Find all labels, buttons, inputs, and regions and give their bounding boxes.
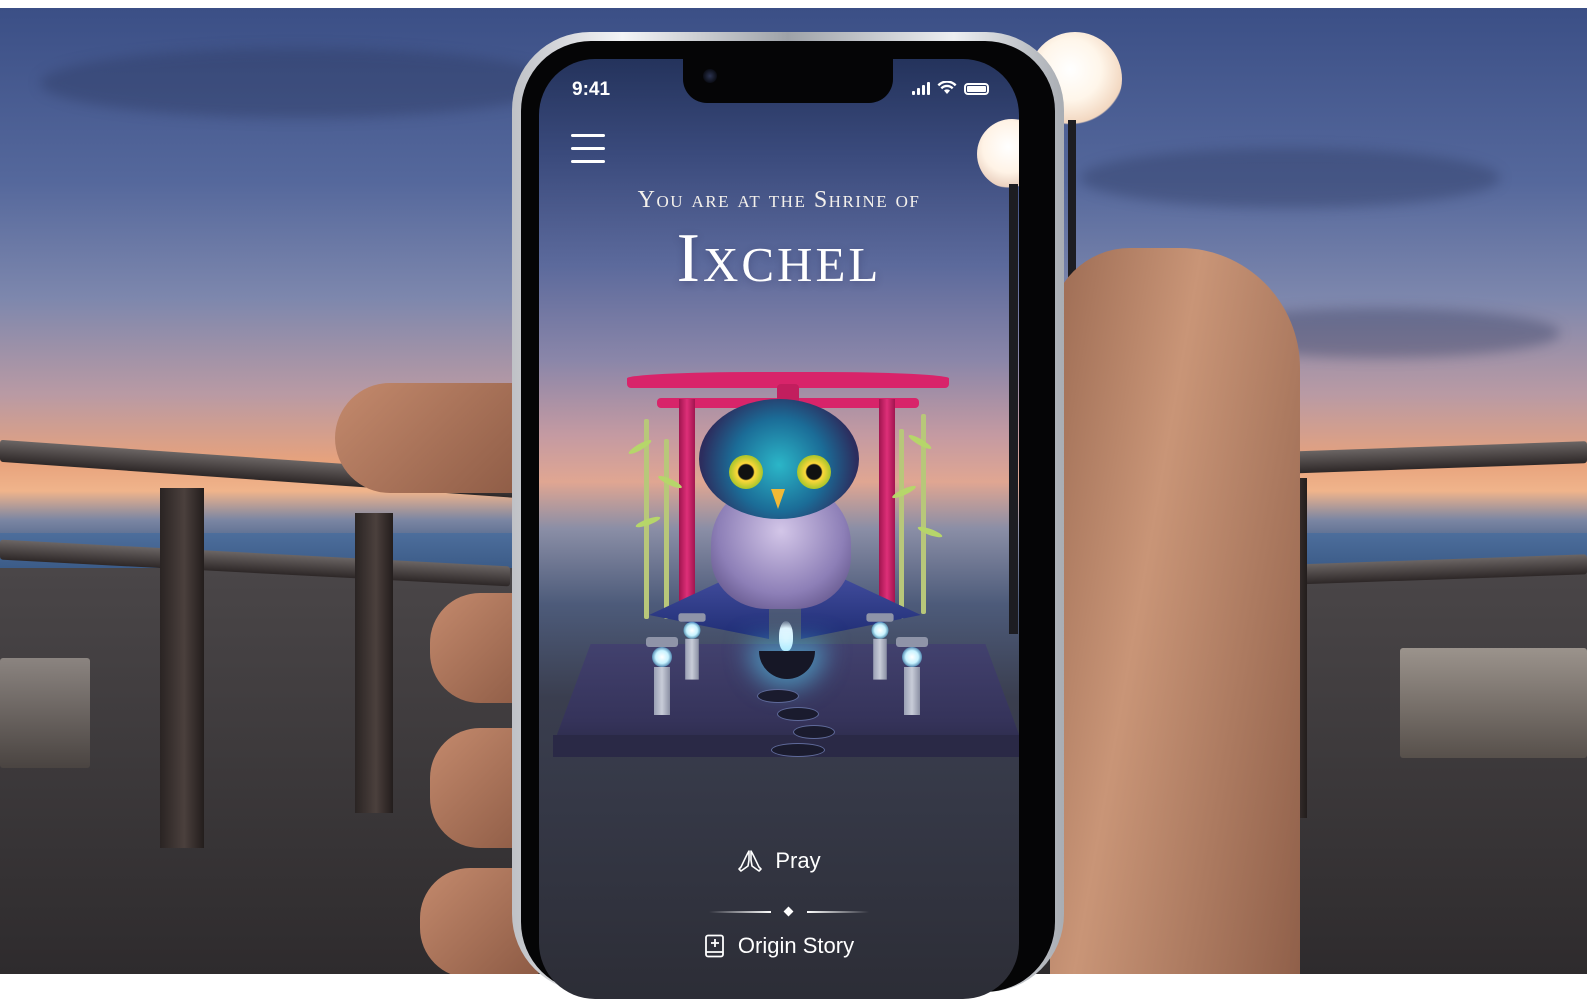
right-thumb — [1050, 248, 1300, 974]
bamboo — [664, 439, 669, 619]
status-icons — [912, 81, 989, 95]
candle-flame — [779, 621, 793, 651]
stepping-stone — [757, 689, 799, 703]
shrine-subtitle: You are at the Shrine of — [637, 187, 921, 213]
cloud — [40, 48, 560, 118]
stone-lantern — [896, 637, 928, 721]
left-thumb — [335, 383, 535, 493]
stone-lantern — [678, 613, 706, 684]
stone-lantern — [646, 637, 678, 721]
bamboo-leaf — [907, 432, 933, 452]
wifi-icon — [937, 81, 957, 94]
shrine-title: Ixchel — [676, 220, 882, 297]
book-icon — [705, 934, 724, 958]
torii-post-right — [879, 399, 895, 609]
hamburger-menu-icon[interactable] — [571, 134, 605, 166]
app-screen: 9:41 You are at the Shrine of Ixchel Pra… — [539, 59, 1019, 999]
pier-post — [160, 488, 204, 848]
owl-eye-right — [797, 455, 831, 489]
origin-story-button[interactable]: Origin Story — [539, 933, 1019, 959]
stepping-stone — [771, 743, 825, 757]
phone-frame: 9:41 You are at the Shrine of Ixchel Pra… — [512, 32, 1064, 999]
bamboo — [899, 429, 904, 619]
pray-label: Pray — [775, 848, 821, 873]
owl-eye-left — [729, 455, 763, 489]
camera-icon — [703, 69, 717, 83]
stepping-stone — [793, 725, 835, 739]
cloud — [1080, 148, 1500, 208]
cellular-signal-icon — [912, 82, 930, 95]
status-time: 9:41 — [572, 79, 611, 100]
bench-left — [0, 658, 90, 768]
origin-story-label: Origin Story — [737, 933, 855, 958]
pier-post — [355, 513, 393, 813]
bench-right — [1400, 648, 1587, 758]
torii-post-left — [679, 399, 695, 609]
stone-lantern — [866, 613, 894, 684]
battery-icon — [964, 83, 989, 95]
notch — [683, 59, 893, 103]
lamp-globe — [977, 119, 1019, 189]
praying-hands-icon — [738, 850, 763, 872]
pray-button[interactable]: Pray — [539, 848, 1019, 874]
divider — [709, 906, 869, 917]
stepping-stone — [777, 707, 819, 721]
